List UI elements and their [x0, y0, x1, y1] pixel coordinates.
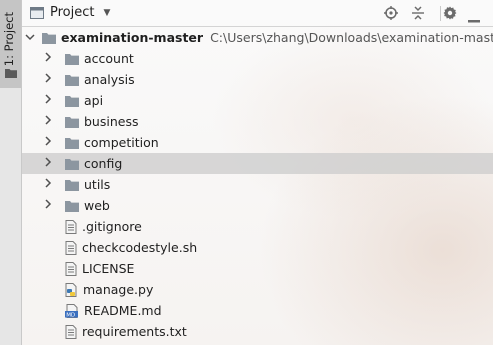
file-label: .gitignore	[82, 219, 142, 234]
svg-text:MD: MD	[66, 312, 75, 317]
chevron-down-icon: ▼	[103, 7, 111, 18]
python-file-icon	[65, 282, 78, 297]
tree-folder-web[interactable]: web	[22, 195, 493, 216]
folder-icon	[5, 66, 17, 81]
chevron-down-icon[interactable]	[25, 31, 35, 44]
chevron-right-icon[interactable]	[41, 157, 55, 170]
tree-file-manage-py[interactable]: manage.py	[22, 279, 493, 300]
folder-icon	[65, 200, 79, 212]
tree-folder-utils[interactable]: utils	[22, 174, 493, 195]
locate-icon[interactable]	[384, 6, 398, 23]
tree-folder-business[interactable]: business	[22, 111, 493, 132]
folder-label: competition	[84, 135, 159, 150]
file-label: manage.py	[83, 282, 154, 297]
root-folder-name: examination-master	[61, 30, 204, 45]
chevron-right-icon[interactable]	[41, 52, 55, 65]
tree-file-license[interactable]: LICENSE	[22, 258, 493, 279]
folder-icon	[65, 95, 79, 107]
folder-icon	[65, 137, 79, 149]
chevron-right-icon[interactable]	[41, 178, 55, 191]
folder-label: web	[84, 198, 110, 213]
collapse-all-icon[interactable]	[411, 6, 425, 23]
project-view-icon	[30, 6, 44, 19]
chevron-right-icon[interactable]	[41, 136, 55, 149]
folder-icon	[65, 74, 79, 86]
folder-icon	[65, 179, 79, 191]
folder-label: utils	[84, 177, 111, 192]
tree-folder-api[interactable]: api	[22, 90, 493, 111]
tree-file-gitignore[interactable]: .gitignore	[22, 216, 493, 237]
tool-window-stripe: 1: Project	[0, 0, 22, 345]
tree-file-checkcodestyle[interactable]: checkcodestyle.sh	[22, 237, 493, 258]
folder-icon	[65, 158, 79, 170]
folder-icon	[65, 116, 79, 128]
root-folder-path: C:\Users\zhang\Downloads\examination-mas…	[210, 30, 493, 45]
chevron-right-icon[interactable]	[41, 94, 55, 107]
file-label: LICENSE	[82, 261, 135, 276]
project-panel-header: Project ▼	[22, 0, 493, 27]
folder-label: analysis	[84, 72, 135, 87]
text-file-icon	[65, 261, 77, 276]
folder-label: account	[84, 51, 134, 66]
tree-folder-competition[interactable]: competition	[22, 132, 493, 153]
folder-label: config	[84, 156, 123, 171]
file-label: checkcodestyle.sh	[82, 240, 198, 255]
project-view-selector[interactable]: Project ▼	[30, 5, 110, 20]
tree-folder-config[interactable]: config	[22, 153, 493, 174]
gear-icon[interactable]	[443, 6, 457, 23]
chevron-right-icon[interactable]	[41, 199, 55, 212]
tree-file-requirements[interactable]: requirements.txt	[22, 321, 493, 342]
project-panel: Project ▼ examination-master C:\Users\zh…	[22, 0, 493, 345]
chevron-right-icon[interactable]	[41, 73, 55, 86]
folder-icon	[42, 32, 56, 44]
header-divider	[440, 6, 441, 21]
tree-root[interactable]: examination-master C:\Users\zhang\Downlo…	[22, 27, 493, 48]
tree-folder-analysis[interactable]: analysis	[22, 69, 493, 90]
project-tool-window-tab[interactable]: 1: Project	[0, 0, 21, 88]
text-file-icon	[65, 219, 77, 234]
file-label: requirements.txt	[82, 324, 187, 339]
minimize-icon[interactable]	[468, 12, 480, 27]
tree-folder-account[interactable]: account	[22, 48, 493, 69]
chevron-right-icon[interactable]	[41, 115, 55, 128]
panel-title: Project	[50, 5, 95, 20]
file-label: README.md	[84, 303, 162, 318]
text-file-icon	[65, 324, 77, 339]
folder-label: business	[84, 114, 139, 129]
folder-label: api	[84, 93, 104, 108]
markdown-file-icon: MD	[65, 303, 79, 318]
project-tab-label: 1: Project	[2, 12, 16, 67]
folder-icon	[65, 53, 79, 65]
text-file-icon	[65, 240, 77, 255]
tree-file-readme[interactable]: MD README.md	[22, 300, 493, 321]
